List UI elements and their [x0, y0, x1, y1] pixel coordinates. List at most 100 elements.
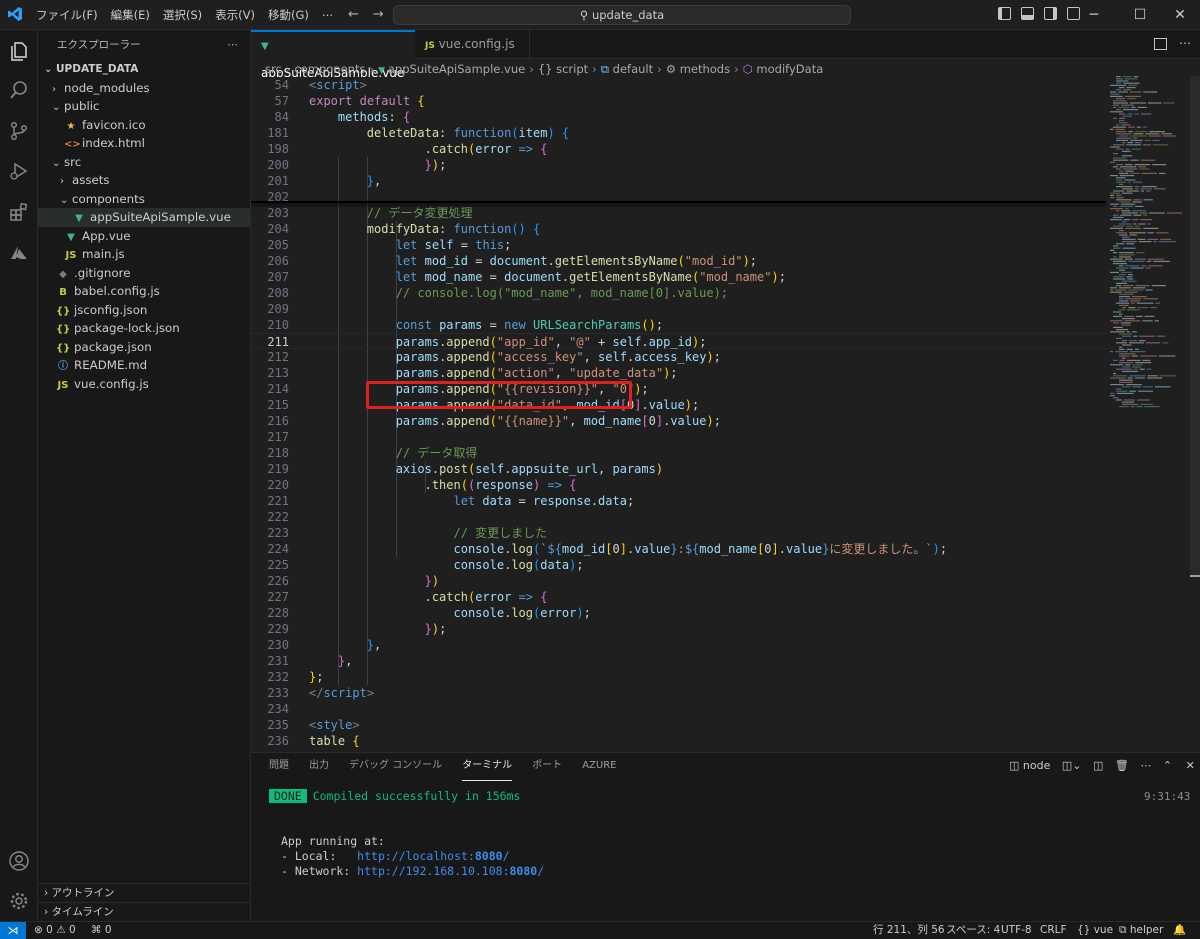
- tree-item[interactable]: Bbabel.config.js: [38, 282, 250, 301]
- trash-icon[interactable]: 🗑: [1115, 759, 1129, 772]
- code-line[interactable]: 216 params.append("{{name}}", mod_name[0…: [251, 413, 1106, 429]
- code-line[interactable]: 201 },: [251, 173, 1106, 189]
- tree-item[interactable]: › assets: [38, 171, 250, 190]
- toggle-panel-icon[interactable]: [1021, 7, 1034, 20]
- sticky-code-line[interactable]: 84 methods: {: [251, 109, 1106, 125]
- toggle-secondary-sidebar-icon[interactable]: [1044, 7, 1057, 20]
- code-line[interactable]: 230 },: [251, 637, 1106, 653]
- tab-vue-config-js[interactable]: JS vue.config.js: [415, 30, 530, 59]
- code-line[interactable]: 208 // console.log("mod_name", mod_name[…: [251, 285, 1106, 301]
- indentation[interactable]: スペース: 4: [946, 922, 1000, 939]
- code-line[interactable]: 200 });: [251, 157, 1106, 173]
- menu-selection[interactable]: 選択(S): [163, 7, 202, 23]
- tree-item[interactable]: ▼ appSuiteApiSample.vue: [38, 208, 250, 227]
- tree-item[interactable]: ▼ App.vue: [38, 227, 250, 246]
- breadcrumb-item[interactable]: {} script: [538, 62, 588, 76]
- sticky-code-line[interactable]: 54 <script>: [251, 77, 1106, 93]
- breadcrumb-item[interactable]: appSuiteApiSample.vue: [388, 62, 525, 76]
- breadcrumb-item[interactable]: modifyData: [756, 62, 823, 76]
- more-actions-icon[interactable]: ⋯: [228, 30, 239, 60]
- explorer-icon[interactable]: [8, 40, 30, 62]
- code-line[interactable]: 220 .then((response) => {: [251, 477, 1106, 493]
- split-terminal-icon[interactable]: ◫⌄: [1062, 759, 1082, 772]
- code-line[interactable]: 219 axios.post(self.appsuite_url, params…: [251, 461, 1106, 477]
- tree-item[interactable]: ★ favicon.ico: [38, 116, 250, 135]
- tab-appsuiteapisample-vue[interactable]: ▼ appSuiteApiSample.vue ✕: [251, 30, 415, 107]
- split-editor-icon[interactable]: [1154, 38, 1167, 50]
- menu-view[interactable]: 表示(V): [215, 7, 255, 23]
- tree-item[interactable]: {} package-lock.json: [38, 319, 250, 338]
- breadcrumb-item[interactable]: src: [265, 62, 282, 76]
- command-center-search[interactable]: ⚲ update_data: [393, 5, 851, 25]
- tree-item[interactable]: ⓘ README.md: [38, 356, 250, 375]
- cursor-position[interactable]: 行 211、列 56: [873, 922, 945, 939]
- forward-arrow-icon[interactable]: →: [373, 7, 384, 22]
- tree-item[interactable]: <>index.html: [38, 134, 250, 153]
- network-url[interactable]: http://192.168.10.108:8080/: [357, 864, 544, 878]
- remote-indicator-icon[interactable]: ⋊: [0, 922, 26, 939]
- source-control-icon[interactable]: [8, 120, 30, 142]
- code-line[interactable]: 234: [251, 701, 1106, 717]
- code-line[interactable]: 226 }): [251, 573, 1106, 589]
- timeline-section[interactable]: › タイムライン: [38, 902, 251, 921]
- tab-azure[interactable]: AZURE: [582, 753, 616, 781]
- close-panel-icon[interactable]: ✕: [1186, 759, 1195, 772]
- local-url[interactable]: http://localhost:8080/: [357, 849, 509, 863]
- tab-output[interactable]: 出力: [309, 753, 329, 781]
- ports-status[interactable]: ⌘ 0: [91, 922, 112, 939]
- breadcrumb-item[interactable]: default: [613, 62, 653, 76]
- code-line[interactable]: 228 console.log(error);: [251, 605, 1106, 621]
- minimize-button[interactable]: ─: [1071, 0, 1117, 30]
- extensions-icon[interactable]: [8, 201, 30, 223]
- code-line[interactable]: 236 table {: [251, 733, 1106, 749]
- tree-item[interactable]: {} jsconfig.json: [38, 301, 250, 320]
- problems-status[interactable]: ⊗ 0 ⚠ 0: [34, 922, 76, 939]
- search-icon[interactable]: [8, 79, 30, 101]
- outline-section[interactable]: › アウトライン: [38, 883, 251, 902]
- tree-item[interactable]: ◆ .gitignore: [38, 264, 250, 283]
- encoding[interactable]: UTF-8: [1001, 922, 1032, 939]
- code-line[interactable]: 203 // データ変更処理: [251, 205, 1106, 221]
- code-line[interactable]: 233 </script>: [251, 685, 1106, 701]
- code-line[interactable]: 218 // データ取得: [251, 445, 1106, 461]
- code-line[interactable]: 204 modifyData: function() {: [251, 221, 1106, 237]
- workspace-root[interactable]: ⌄ UPDATE_DATA: [38, 60, 250, 79]
- sticky-code-line[interactable]: 57 export default {: [251, 93, 1106, 109]
- code-line[interactable]: 231 },: [251, 653, 1106, 669]
- code-line[interactable]: 212 params.append("access_key", self.acc…: [251, 349, 1106, 365]
- menu-file[interactable]: ファイル(F): [36, 7, 98, 23]
- code-line[interactable]: 221 let data = response.data;: [251, 493, 1106, 509]
- tree-item[interactable]: › node_modules: [38, 79, 250, 98]
- code-line[interactable]: 224 console.log(`${mod_id[0].value}:${mo…: [251, 541, 1106, 557]
- tree-item[interactable]: {} package.json: [38, 338, 250, 357]
- code-line[interactable]: 207 let mod_name = document.getElementsB…: [251, 269, 1106, 285]
- menu-edit[interactable]: 編集(E): [111, 7, 150, 23]
- menu-go[interactable]: 移動(G): [268, 7, 309, 23]
- code-line[interactable]: 211 params.append("app_id", "@" + self.a…: [251, 333, 1106, 349]
- run-and-debug-icon[interactable]: [8, 160, 30, 182]
- breadcrumb-item[interactable]: components: [294, 62, 365, 76]
- tree-item[interactable]: ⌄ public: [38, 97, 250, 116]
- code-line[interactable]: 235 <style>: [251, 717, 1106, 733]
- scrollbar-thumb[interactable]: [1190, 76, 1200, 576]
- tree-item[interactable]: ⌄ src: [38, 153, 250, 172]
- helper-status[interactable]: ⧉ helper: [1119, 922, 1163, 939]
- code-line[interactable]: 213 params.append("action", "update_data…: [251, 365, 1106, 381]
- more-actions-icon[interactable]: ⋯: [1179, 36, 1191, 50]
- more-actions-icon[interactable]: ⋯: [1140, 759, 1151, 772]
- terminal-name[interactable]: node: [1023, 759, 1050, 772]
- tree-item[interactable]: JS vue.config.js: [38, 375, 250, 394]
- code-line[interactable]: 217: [251, 429, 1106, 445]
- notifications-bell-icon[interactable]: 🔔: [1173, 922, 1186, 939]
- code-line[interactable]: 227 .catch(error => {: [251, 589, 1106, 605]
- code-line[interactable]: 210 const params = new URLSearchParams()…: [251, 317, 1106, 333]
- code-line[interactable]: 206 let mod_id = document.getElementsByN…: [251, 253, 1106, 269]
- code-line[interactable]: 229 });: [251, 621, 1106, 637]
- code-line[interactable]: 205 let self = this;: [251, 237, 1106, 253]
- maximize-panel-icon[interactable]: ⌃: [1163, 759, 1172, 772]
- accounts-icon[interactable]: [8, 850, 30, 872]
- end-of-line[interactable]: CRLF: [1040, 922, 1067, 939]
- tree-item[interactable]: JS main.js: [38, 245, 250, 264]
- back-arrow-icon[interactable]: ←: [348, 7, 359, 22]
- tab-ports[interactable]: ポート: [532, 753, 562, 781]
